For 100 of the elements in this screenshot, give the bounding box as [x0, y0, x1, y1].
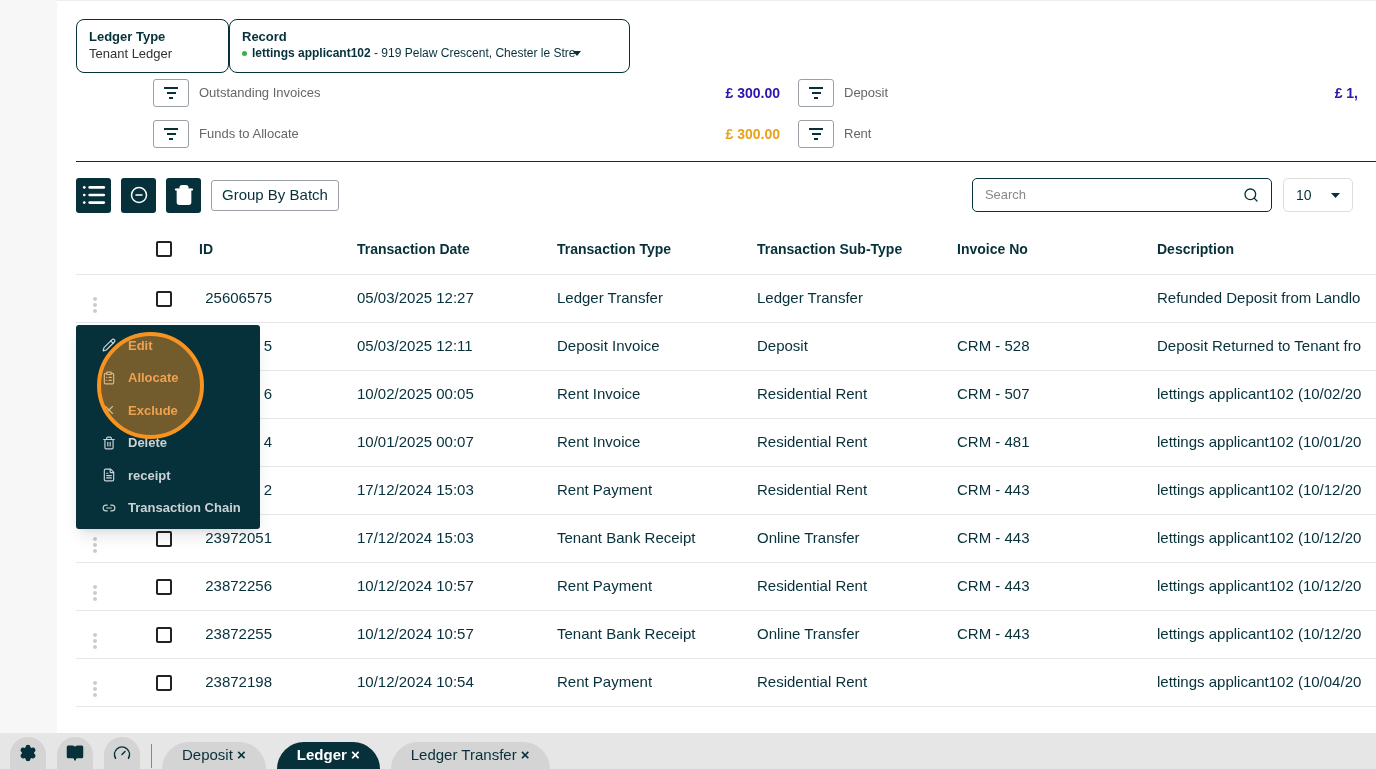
caret-icon [573, 51, 582, 56]
clipboard-icon [102, 370, 116, 385]
select-all-checkbox[interactable] [156, 241, 172, 257]
book-button[interactable] [57, 737, 93, 769]
field-label: Record [242, 28, 288, 45]
column-header: Invoice No [957, 239, 1029, 259]
subtype-cell-text: Residential Rent [757, 672, 868, 693]
column-header: Transaction Date [357, 239, 471, 259]
record-field[interactable]: Record lettings applicant102 - 919 Pelaw Crescent, Chester le Stre [229, 19, 630, 73]
invoice-cell-text: CRM - 507 [957, 384, 1030, 405]
menu-item[interactable]: receipt [76, 459, 260, 492]
trash-icon [102, 435, 116, 450]
description-cell-text: Refunded Deposit from Landlo [1157, 288, 1361, 309]
id-cell-text: 23972051 [204, 528, 272, 549]
search-field[interactable]: Search [971, 178, 1272, 212]
invoice-cell-text: CRM - 481 [957, 432, 1030, 453]
date-cell-text: 10/12/2024 10:57 [357, 576, 474, 597]
description-cell-text: lettings applicant102 (10/12/20 [1157, 576, 1362, 597]
search-input[interactable]: Search [984, 185, 1243, 205]
type-cell-text: Rent Invoice [557, 384, 641, 405]
delete-button[interactable] [166, 177, 201, 213]
filter-button[interactable] [798, 79, 834, 107]
type-cell-text: Rent Payment [557, 480, 653, 501]
summary-label: Rent [844, 125, 872, 144]
description-cell-text: lettings applicant102 (10/04/20 [1157, 672, 1362, 693]
row-checkbox[interactable] [156, 674, 172, 691]
book-icon [66, 744, 84, 762]
subtype-cell-text: Residential Rent [757, 384, 868, 405]
type-cell-text: Ledger Transfer [557, 288, 663, 309]
filter-button[interactable] [798, 120, 834, 148]
filter-button[interactable] [153, 120, 189, 148]
ledger-type-field[interactable]: Ledger Type Tenant Ledger [76, 19, 229, 73]
trash-icon [172, 184, 195, 206]
date-cell-text: 17/12/2024 15:03 [357, 480, 474, 501]
invoice-cell-text: CRM - 528 [957, 336, 1030, 357]
field-label: Ledger Type [89, 28, 167, 45]
row-checkbox[interactable] [156, 530, 172, 547]
exclude-button[interactable] [121, 177, 156, 213]
menu-item[interactable]: Delete [76, 426, 260, 459]
bottom-tab[interactable]: Ledger × [276, 742, 380, 769]
invoice-cell-text: CRM - 443 [957, 528, 1030, 549]
caret-icon [1330, 192, 1340, 198]
pencil-icon [102, 338, 116, 353]
id-cell-text: 23872256 [204, 576, 272, 597]
invoice-cell-text: CRM - 443 [957, 576, 1030, 597]
bottom-tab[interactable]: Deposit × [162, 742, 266, 769]
gauge-button[interactable] [104, 737, 140, 769]
description-cell-text: lettings applicant102 (10/02/20 [1157, 384, 1362, 405]
id-cell-text: 23872255 [204, 624, 272, 645]
date-cell-text: 05/03/2025 12:27 [357, 288, 474, 309]
description-cell-text: lettings applicant102 (10/12/20 [1157, 528, 1362, 549]
row-checkbox[interactable] [156, 578, 172, 595]
row-checkbox[interactable] [156, 290, 172, 307]
column-header: Transaction Sub-Type [757, 239, 904, 259]
id-cell-text: 5 [262, 336, 272, 357]
subtype-cell-text: Ledger Transfer [757, 288, 863, 309]
date-cell-text: 10/12/2024 10:54 [357, 672, 474, 693]
column-header: Description [1157, 239, 1235, 259]
type-cell-text: Rent Invoice [557, 432, 641, 453]
search-icon [1242, 187, 1259, 203]
date-cell-text: 10/02/2025 00:05 [357, 384, 474, 405]
date-cell-text: 17/12/2024 15:03 [357, 528, 474, 549]
column-header: ID [199, 239, 214, 259]
menu-item[interactable]: Transaction Chain [76, 491, 260, 524]
subtype-cell-text: Residential Rent [757, 480, 868, 501]
summary-label: Deposit [844, 84, 889, 103]
settings-icon [19, 744, 37, 762]
subtype-cell-text: Online Transfer [757, 624, 860, 645]
row-checkbox[interactable] [156, 626, 172, 643]
column-header: Transaction Type [557, 239, 673, 259]
type-cell-text: Deposit Invoice [557, 336, 660, 357]
date-cell-text: 10/01/2025 00:07 [357, 432, 474, 453]
list-view-button[interactable] [76, 177, 111, 213]
id-cell-text: 6 [262, 384, 272, 405]
description-cell-text: Deposit Returned to Tenant fro [1157, 336, 1362, 357]
type-cell-text: Rent Payment [557, 576, 653, 597]
summary-label: Funds to Allocate [199, 125, 299, 144]
bottom-tab[interactable]: Ledger Transfer × [390, 742, 550, 769]
id-cell-text: 4 [262, 432, 272, 453]
id-cell-text: 23872198 [204, 672, 272, 693]
description-cell-text: lettings applicant102 (10/12/20 [1157, 480, 1362, 501]
file-icon [102, 468, 116, 483]
subtype-cell-text: Online Transfer [757, 528, 860, 549]
summary-amount: £ 300.00 [725, 124, 780, 144]
id-cell-text: 2 [262, 480, 272, 501]
field-value: Tenant Ledger [89, 45, 174, 62]
page-size-select[interactable]: 10 [1282, 178, 1353, 212]
subtype-cell-text: Residential Rent [757, 576, 868, 597]
date-cell-text: 10/12/2024 10:57 [357, 624, 474, 645]
group-by-batch-button[interactable]: Group By Batch [211, 179, 339, 211]
gauge-icon [113, 744, 131, 762]
settings-button[interactable] [10, 737, 46, 769]
type-cell-text: Rent Payment [557, 672, 653, 693]
field-value: lettings applicant102 - 919 Pelaw Crescent, Chester le Stre [252, 45, 576, 62]
filter-button[interactable] [153, 79, 189, 107]
type-cell-text: Tenant Bank Receipt [557, 528, 696, 549]
subtype-cell-text: Deposit [757, 336, 808, 357]
summary-amount: £ 1, [1334, 83, 1358, 103]
invoice-cell-text: CRM - 443 [957, 480, 1030, 501]
description-cell-text: lettings applicant102 (10/01/20 [1157, 432, 1362, 453]
